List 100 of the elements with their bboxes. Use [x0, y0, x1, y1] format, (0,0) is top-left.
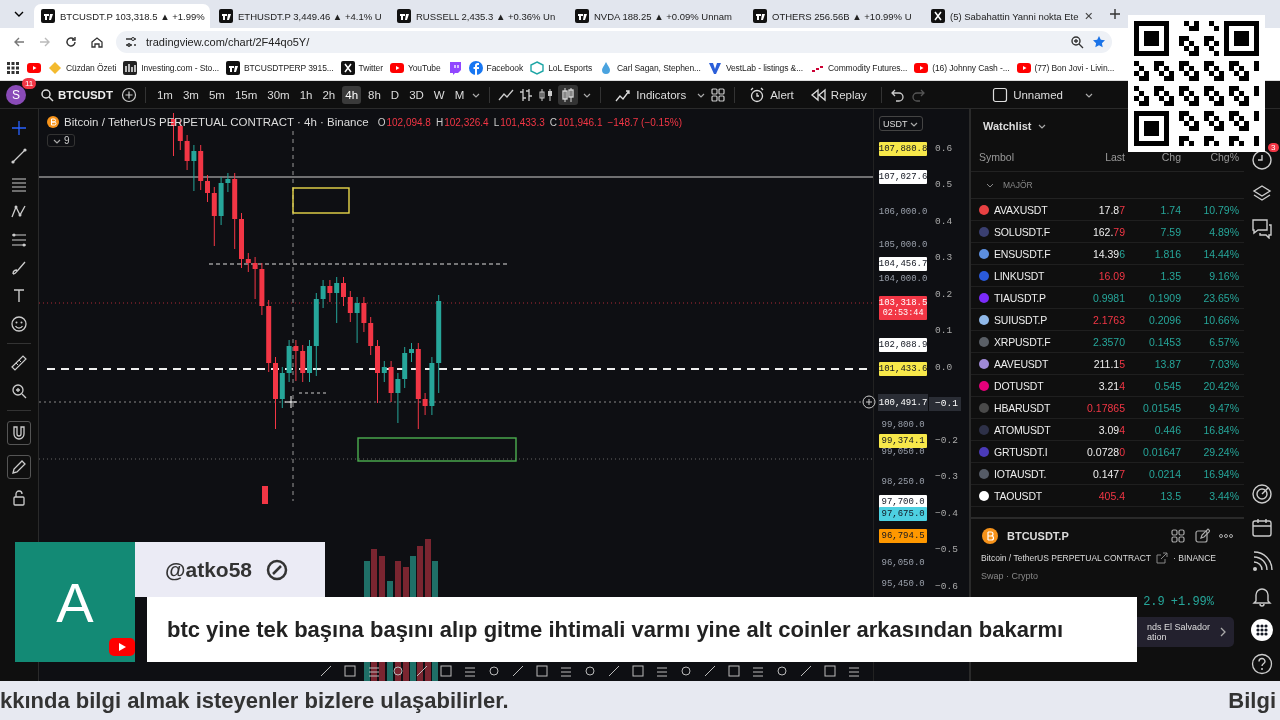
browser-tab[interactable]: ETHUSDT.P 3,449.46 ▲ +4.1% U: [212, 4, 388, 28]
currency-dropdown[interactable]: USDT: [879, 116, 924, 131]
symbol-search[interactable]: BTCUSDT: [40, 87, 113, 102]
bookmark[interactable]: Twitter: [340, 61, 383, 75]
bookmark[interactable]: BTCUSDTPERP 3915...: [225, 61, 334, 75]
indicators-button[interactable]: Indicators: [609, 84, 693, 105]
pencil-lock-icon[interactable]: [7, 455, 31, 479]
grid-icon[interactable]: [1170, 528, 1186, 544]
youtube-logo-icon[interactable]: [27, 61, 41, 75]
add-alert-icon[interactable]: [862, 395, 877, 409]
interval-button[interactable]: 3D: [406, 85, 427, 104]
home-icon[interactable]: [90, 35, 104, 49]
bookmark[interactable]: LoL Esports: [530, 61, 593, 75]
watchlist-row[interactable]: XRPUSDT.F 2.3570 0.1453 6.57%: [971, 331, 1244, 353]
interval-button[interactable]: 1h: [296, 85, 316, 104]
clock-icon[interactable]: [1250, 149, 1273, 171]
drawing-tool-icon[interactable]: [703, 664, 717, 678]
interval-button[interactable]: 2h: [319, 85, 339, 104]
indicators-toggle[interactable]: 9: [47, 134, 75, 147]
interval-button[interactable]: M: [451, 85, 468, 104]
url-text[interactable]: tradingview.com/chart/2F44qo5Y/: [146, 36, 310, 48]
watchlist-row[interactable]: IOTAUSDT. 0.1477 0.0214 16.94%: [971, 463, 1244, 485]
drawing-tool-icon[interactable]: [487, 664, 501, 678]
ruler-icon[interactable]: [10, 354, 28, 372]
close-icon[interactable]: [1083, 11, 1093, 21]
column-header[interactable]: Chg%: [1181, 151, 1239, 163]
column-header[interactable]: Last: [1071, 151, 1125, 163]
user-avatar[interactable]: S: [6, 84, 26, 105]
fib-lines-icon[interactable]: [10, 231, 28, 249]
drawing-tool-icon[interactable]: [799, 664, 813, 678]
address-bar[interactable]: tradingview.com/chart/2F44qo5Y/: [116, 31, 1112, 53]
watchlist-row[interactable]: ATOMUSDT 3.094 0.446 16.84%: [971, 419, 1244, 441]
interval-button[interactable]: 3m: [179, 85, 202, 104]
apps-icon[interactable]: [6, 61, 20, 75]
drawing-tool-icon[interactable]: [607, 664, 621, 678]
watchlist-row[interactable]: AVAXUSDT 17.87 1.74 10.79%: [971, 199, 1244, 221]
watchlist-row[interactable]: DOTUSDT 3.214 0.545 20.42%: [971, 375, 1244, 397]
bookmark[interactable]: Commodity Futures...: [809, 61, 908, 75]
help-icon[interactable]: [1250, 653, 1273, 675]
watchlist-row[interactable]: SUIUSDT.P 2.1763 0.2096 10.66%: [971, 309, 1244, 331]
layout-name-button[interactable]: Unnamed: [986, 84, 1100, 105]
twitch-logo-icon[interactable]: [447, 61, 462, 75]
watchlist-row[interactable]: AAVEUSDT 211.15 13.87 7.03%: [971, 353, 1244, 375]
new-tab-icon[interactable]: [1108, 7, 1122, 21]
drawing-tool-icon[interactable]: [367, 664, 381, 678]
drawing-tool-icon[interactable]: [319, 664, 333, 678]
watchlist-row[interactable]: SOLUSDT.F 162.79 7.59 4.89%: [971, 221, 1244, 243]
back-icon[interactable]: [12, 35, 26, 49]
drawing-tool-icon[interactable]: [775, 664, 789, 678]
news-card[interactable]: nds El Salvador ation: [1136, 617, 1234, 647]
interval-button[interactable]: 15m: [231, 85, 261, 104]
star-icon[interactable]: [1092, 35, 1106, 49]
broadcast-icon[interactable]: [1250, 551, 1273, 573]
replay-button[interactable]: Replay: [803, 84, 873, 105]
interval-button[interactable]: D: [387, 85, 403, 104]
zoom-in-icon[interactable]: [10, 382, 28, 400]
reload-icon[interactable]: [64, 35, 78, 49]
bookmark[interactable]: (77) Bon Jovi - Livin...: [1016, 61, 1115, 75]
interval-button[interactable]: 5m: [205, 85, 228, 104]
drawing-tool-icon[interactable]: [415, 664, 429, 678]
bookmark[interactable]: (16) Johnny Cash -...: [914, 61, 1010, 75]
alert-button[interactable]: Alert: [743, 84, 800, 105]
edit-icon[interactable]: [1194, 528, 1210, 544]
zoom-icon[interactable]: [1070, 35, 1084, 49]
layout-grid-icon[interactable]: [710, 86, 727, 103]
browser-tab[interactable]: (5) Sabahattin Yanni nokta Ete: [924, 4, 1100, 28]
watchlist-row[interactable]: LINKUSDT 16.09 1.35 9.16%: [971, 265, 1244, 287]
horizontal-lines-icon[interactable]: [10, 175, 28, 193]
watchlist-dropdown[interactable]: Watchlist: [983, 120, 1047, 132]
drawing-tool-icon[interactable]: [391, 664, 405, 678]
watchlist-group[interactable]: MAJÖR: [971, 172, 1244, 199]
column-header[interactable]: Symbol: [979, 151, 1071, 163]
browser-tab[interactable]: OTHERS 256.56B ▲ +10.99% U: [746, 4, 922, 28]
watchlist-row[interactable]: ENSUSDT.F 14.396 1.816 14.44%: [971, 243, 1244, 265]
watchlist-row[interactable]: TAOUSDT 405.4 13.5 3.44%: [971, 485, 1244, 507]
bookmark[interactable]: Facebook: [468, 61, 524, 75]
target-icon[interactable]: [1250, 483, 1273, 505]
external-link-icon[interactable]: [1155, 551, 1170, 565]
browser-tab[interactable]: BTCUSDT.P 103,318.5 ▲ +1.99%: [34, 4, 210, 28]
candles-icon[interactable]: [538, 86, 555, 103]
drawing-tool-icon[interactable]: [679, 664, 693, 678]
magnet-icon[interactable]: [7, 421, 31, 445]
candlestick-icon[interactable]: [560, 86, 577, 103]
interval-button[interactable]: 8h: [365, 85, 384, 104]
bookmark[interactable]: Cüzdan Özeti: [48, 61, 117, 75]
watchlist-row[interactable]: TIAUSDT.P 0.9981 0.1909 23.65%: [971, 287, 1244, 309]
chat-icon[interactable]: [1250, 217, 1273, 239]
bookmark[interactable]: YouTube: [389, 61, 441, 75]
interval-button[interactable]: 1m: [153, 85, 176, 104]
trend-line-icon[interactable]: [10, 147, 28, 165]
watchlist-row[interactable]: HBARUSDT 0.17865 0.01545 9.47%: [971, 397, 1244, 419]
bell-icon[interactable]: [1250, 585, 1273, 607]
browser-tab[interactable]: NVDA 188.25 ▲ +0.09% Unnam: [568, 4, 744, 28]
interval-button[interactable]: 4h: [342, 85, 362, 104]
bar-chart-icon[interactable]: [518, 86, 535, 103]
drawing-tool-icon[interactable]: [583, 664, 597, 678]
bookmark[interactable]: Investing.com - Sto...: [123, 61, 219, 75]
calendar-icon[interactable]: [1250, 517, 1273, 539]
drawing-tool-icon[interactable]: [511, 664, 525, 678]
brush-icon[interactable]: [10, 259, 28, 277]
